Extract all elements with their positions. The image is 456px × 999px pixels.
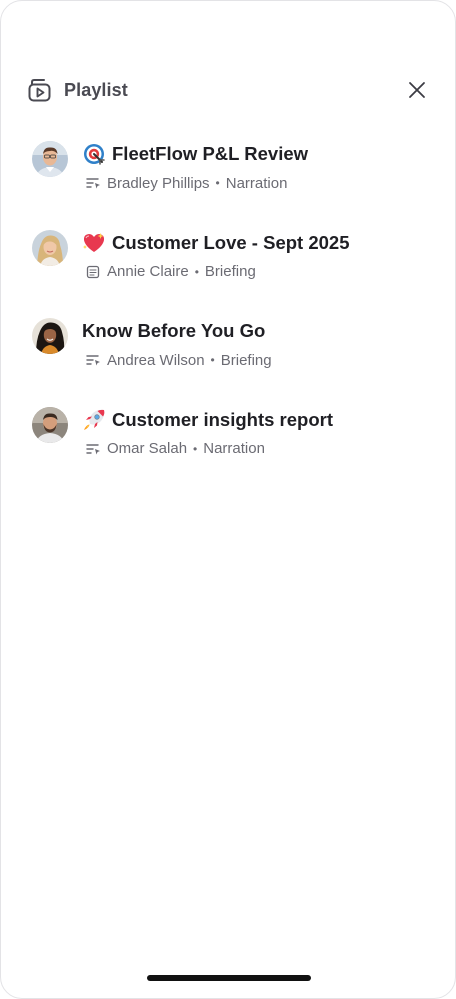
- home-indicator[interactable]: [147, 975, 311, 981]
- playlist-play-icon: [27, 77, 53, 103]
- avatar: [32, 318, 68, 354]
- playlist-item[interactable]: Customer Love - Sept 2025 Annie Claire •…: [32, 229, 435, 319]
- item-type: Briefing: [204, 263, 256, 280]
- target-emoji-icon: [82, 142, 106, 166]
- playlist-sheet: Playlist FleetFlow P&L Review Bradley Ph…: [0, 0, 456, 999]
- narration-icon: [86, 441, 102, 457]
- item-title: Customer insights report: [112, 408, 333, 430]
- document-icon: [86, 264, 102, 280]
- playlist-item[interactable]: Customer insights report Omar Salah • Na…: [32, 406, 435, 496]
- item-meta: Andrea Wilson • Briefing: [86, 350, 272, 370]
- item-title: Know Before You Go: [82, 320, 266, 341]
- rocket-emoji-icon: [82, 408, 106, 432]
- playlist-list: FleetFlow P&L Review Bradley Phillips • …: [32, 141, 435, 495]
- avatar: [32, 141, 68, 177]
- narration-icon: [86, 352, 102, 368]
- close-icon: [409, 82, 425, 98]
- avatar: [32, 229, 68, 266]
- item-meta: Annie Claire • Briefing: [86, 262, 256, 282]
- separator-dot: •: [210, 353, 215, 367]
- page-title: Playlist: [64, 79, 128, 100]
- item-type: Briefing: [220, 351, 272, 369]
- heart-emoji-icon: [82, 231, 106, 255]
- playlist-item[interactable]: FleetFlow P&L Review Bradley Phillips • …: [32, 141, 435, 230]
- separator-dot: •: [193, 441, 198, 456]
- item-author: Andrea Wilson: [107, 351, 205, 369]
- item-title: Customer Love - Sept 2025: [112, 231, 350, 253]
- avatar: [32, 406, 68, 443]
- playlist-item[interactable]: Know Before You Go Andrea Wilson • Brief…: [32, 318, 435, 407]
- item-author: Omar Salah: [107, 440, 188, 457]
- item-author: Annie Claire: [107, 263, 189, 280]
- narration-icon: [86, 175, 102, 191]
- item-title: FleetFlow P&L Review: [112, 143, 309, 164]
- close-button[interactable]: [405, 78, 429, 102]
- item-meta: Bradley Phillips • Narration: [86, 173, 287, 193]
- item-type: Narration: [225, 174, 288, 192]
- item-meta: Omar Salah • Narration: [86, 439, 265, 459]
- separator-dot: •: [215, 176, 220, 190]
- item-type: Narration: [203, 440, 265, 457]
- item-author: Bradley Phillips: [107, 174, 210, 192]
- playlist-header: Playlist: [27, 75, 429, 105]
- separator-dot: •: [194, 264, 199, 279]
